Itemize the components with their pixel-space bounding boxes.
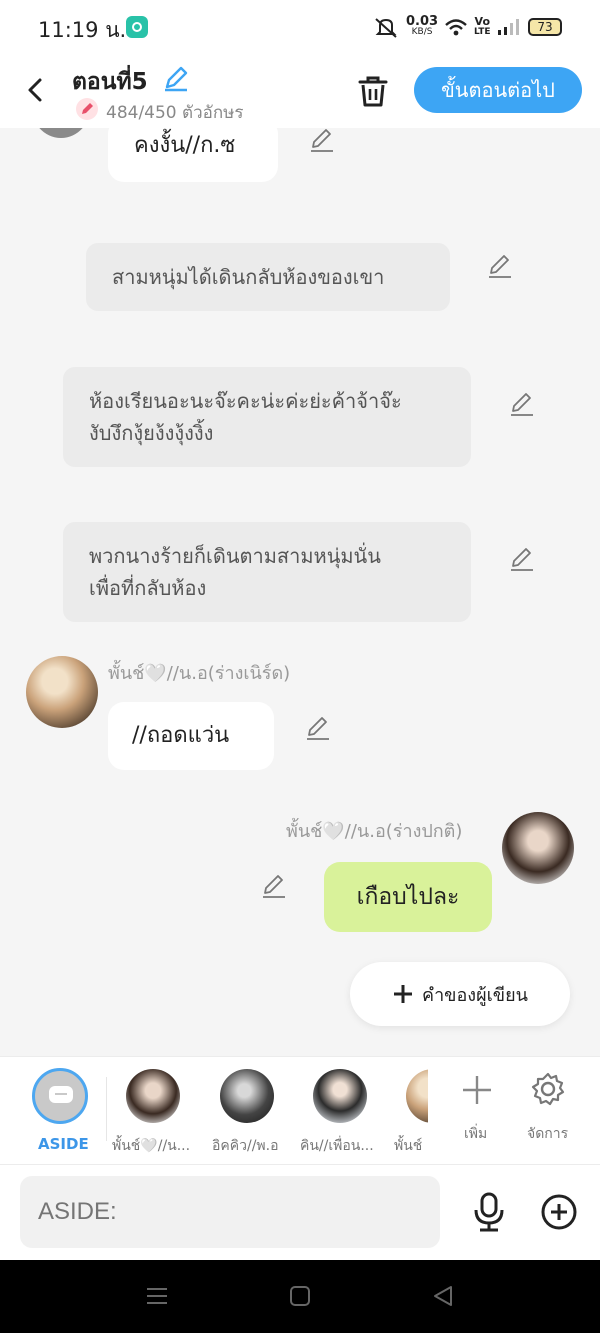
input-bar xyxy=(0,1164,600,1260)
message-bubble-own[interactable]: เกือบไปละ xyxy=(324,862,492,932)
character-avatar[interactable] xyxy=(126,1069,180,1123)
edit-title-icon[interactable] xyxy=(162,64,190,92)
avatar[interactable] xyxy=(502,812,574,884)
narration-box[interactable]: สามหนุ่มได้เดินกลับห้องของเขา xyxy=(86,243,450,311)
manage-label[interactable]: จัดการ xyxy=(527,1123,568,1145)
add-character-icon[interactable] xyxy=(460,1073,494,1107)
narration-box[interactable]: พวกนางร้ายก็เดินตามสามหนุ่มนั่น เพื่อที่… xyxy=(63,522,471,622)
system-nav-bar xyxy=(0,1260,600,1333)
net-speed: 0.03 KB/S xyxy=(406,14,439,37)
add-label[interactable]: เพิ่ม xyxy=(464,1123,487,1145)
sender-name: พั้นช์🤍//น.อ(ร่างเนิร์ด) xyxy=(108,663,291,684)
author-note-label: คำของผู้เขียน xyxy=(422,984,528,1006)
character-label: พั้นช์ xyxy=(394,1138,423,1154)
character-avatar[interactable] xyxy=(220,1069,274,1123)
message-input[interactable] xyxy=(20,1176,440,1248)
wifi-icon xyxy=(445,19,467,36)
episode-title: ตอนที่5 xyxy=(72,69,148,95)
editor-header: ตอนที่5 484/450 ตัวอักษร ขั้นตอนต่อไป xyxy=(0,52,600,128)
character-count: 484/450 ตัวอักษร xyxy=(106,103,244,123)
character-label: คิน//เพื่อน... xyxy=(300,1138,374,1154)
plus-icon xyxy=(394,985,413,1003)
edit-message-icon[interactable] xyxy=(486,252,514,280)
avatar[interactable] xyxy=(26,656,98,728)
edit-message-icon[interactable] xyxy=(508,390,536,418)
back-arrow-icon[interactable] xyxy=(22,72,50,108)
back-icon[interactable] xyxy=(432,1285,454,1307)
character-label: พั้นช์🤍//น... xyxy=(112,1138,191,1154)
signal-icon xyxy=(498,19,519,35)
character-bar: ASIDE พั้นช์🤍//น... อิคคิว//พ.อ คิน//เพื… xyxy=(0,1056,600,1164)
status-time: 11:19 น. xyxy=(38,18,127,42)
gear-icon[interactable] xyxy=(530,1071,566,1107)
add-circle-icon[interactable] xyxy=(540,1193,578,1231)
battery-icon: 73 xyxy=(528,18,562,36)
edit-message-icon[interactable] xyxy=(260,872,288,900)
character-avatar[interactable] xyxy=(313,1069,367,1123)
status-bar: 11:19 น. 0.03 KB/S Vo LTE 73 xyxy=(0,0,600,52)
trash-icon[interactable] xyxy=(356,74,390,108)
aside-button[interactable] xyxy=(32,1068,88,1124)
volte-icon: Vo LTE xyxy=(474,15,491,37)
edit-message-icon[interactable] xyxy=(308,128,336,154)
mute-bell-icon xyxy=(375,18,397,38)
edit-message-icon[interactable] xyxy=(304,714,332,742)
edit-message-icon[interactable] xyxy=(508,545,536,573)
message-bubble[interactable]: คงงั้น//ก.ซ xyxy=(108,128,278,182)
home-icon[interactable] xyxy=(289,1285,311,1307)
divider xyxy=(106,1077,107,1141)
sender-name: พั้นช์🤍//น.อ(ร่างปกติ) xyxy=(286,821,463,842)
menu-icon[interactable] xyxy=(146,1285,168,1307)
narration-box[interactable]: ห้องเรียนอะนะจ๊ะคะน่ะค่ะย่ะค้าจ้าจ๊ะ งับ… xyxy=(63,367,471,467)
chat-area[interactable]: คงงั้น//ก.ซ สามหนุ่มได้เดินกลับห้องของเข… xyxy=(0,128,600,1056)
aside-chat-icon xyxy=(49,1086,73,1103)
author-note-button[interactable]: คำของผู้เขียน xyxy=(350,962,570,1026)
character-avatar[interactable] xyxy=(406,1069,428,1123)
app-notification-icon xyxy=(126,16,148,38)
microphone-icon[interactable] xyxy=(470,1191,508,1233)
character-label: อิคคิว//พ.อ xyxy=(212,1138,279,1154)
pencil-icon xyxy=(76,98,98,120)
avatar[interactable] xyxy=(30,128,92,138)
aside-label: ASIDE xyxy=(38,1135,89,1153)
next-step-button[interactable]: ขั้นตอนต่อไป xyxy=(414,67,582,113)
message-bubble[interactable]: //ถอดแว่น xyxy=(108,702,274,770)
